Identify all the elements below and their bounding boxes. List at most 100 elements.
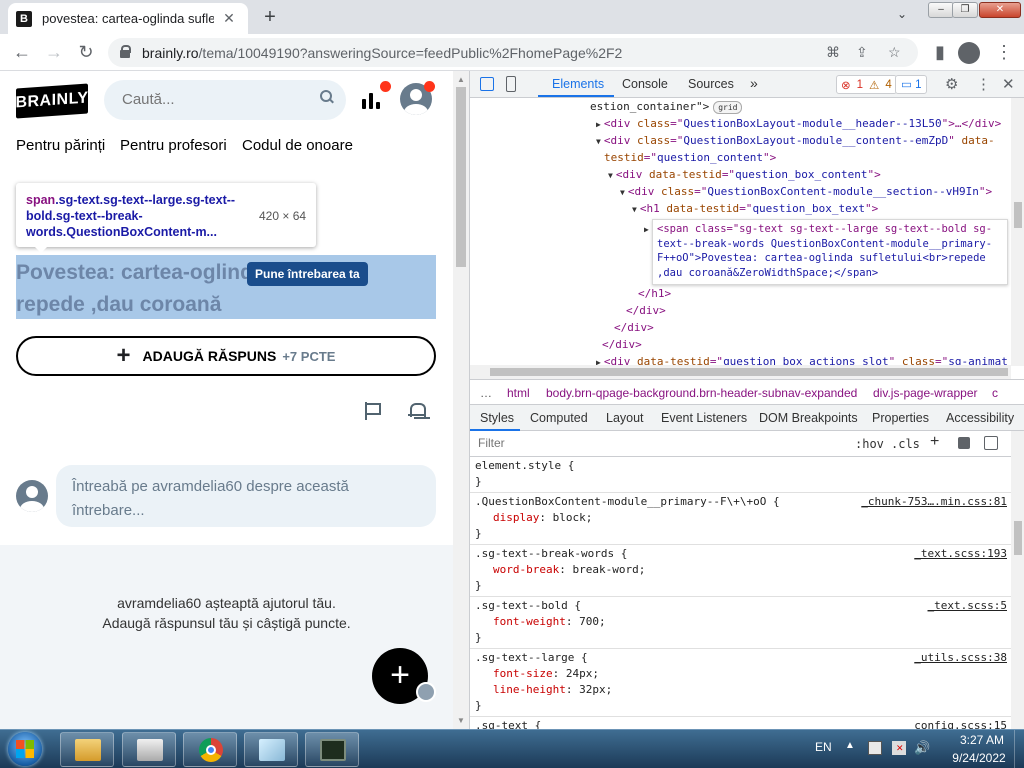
stats-icon[interactable] [362,89,382,109]
tab-dom-breakpoints[interactable]: DOM Breakpoints [759,411,858,425]
lock-icon[interactable] [120,45,131,58]
page-scrollbar-thumb[interactable] [456,87,466,267]
url-text[interactable]: brainly.ro/tema/10049190?answeringSource… [142,45,622,61]
expanded-triangle-icon[interactable]: ▼ [632,205,637,214]
dom-line[interactable]: ▼ <h1 data-testid="question_box_text"> [632,200,878,218]
breadcrumb-more[interactable]: … [480,386,492,400]
css-source-link[interactable]: _text.scss:5 [928,598,1007,614]
dom-tree-hscrollbar[interactable] [470,365,1011,379]
collapsed-triangle-icon[interactable]: ▶ [596,120,601,129]
kebab-menu-icon[interactable]: ⋮ [992,40,1016,64]
info-badge[interactable]: ▭ 1 [895,75,928,94]
sidebar-toggle-icon[interactable] [984,436,998,450]
tab-console[interactable]: Console [622,77,668,91]
inspect-element-icon[interactable] [480,77,494,91]
tab-accessibility[interactable]: Accessibility [946,411,1014,425]
tab-close-icon[interactable]: ✕ [220,10,238,27]
page-scrollbar[interactable]: ▲ ▼ [453,71,469,729]
nav-link-parents[interactable]: Pentru părinți [16,137,105,154]
css-selector[interactable]: element.style { [475,458,1007,474]
window-maximize-button[interactable]: ❐ [952,2,978,18]
tab-search-icon[interactable]: ⌄ [897,7,907,21]
breadcrumb-page-wrapper[interactable]: div.js-page-wrapper [873,386,978,400]
close-icon[interactable]: ✕ [1002,75,1015,93]
arrow-right-icon[interactable]: → [42,40,66,64]
star-icon[interactable]: ☆ [888,44,901,61]
breadcrumb-body[interactable]: body.brn-qpage-background.brn-header-sub… [546,386,857,400]
search-icon[interactable] [320,90,334,104]
css-declaration[interactable]: font-size: 24px; [475,666,1007,682]
arrow-left-icon[interactable]: ← [10,40,34,64]
dom-line[interactable]: </h1> [638,285,671,302]
paint-icon[interactable] [958,437,970,449]
css-property[interactable]: word-break [493,563,559,576]
notepad-icon[interactable] [244,732,298,767]
new-tab-button[interactable]: + [258,5,282,29]
dom-line[interactable]: ▼ <div class="QuestionBoxLayout-module__c… [596,132,995,150]
css-source-link[interactable]: _config.scss:15 [908,718,1007,729]
start-button[interactable] [2,730,48,768]
dom-tree-scrollbar-thumb[interactable] [1014,202,1022,228]
css-rule[interactable]: .sg-text--bold {_text.scss:5 font-weight:… [470,597,1011,649]
dom-line[interactable]: ▼ <div class="QuestionBoxContent-module__… [620,183,992,201]
dom-tree-hscrollbar-thumb[interactable] [490,368,1008,376]
address-bar[interactable]: brainly.ro/tema/10049190?answeringSource… [108,38,918,67]
styles-scrollbar-thumb[interactable] [1014,521,1022,555]
chrome-icon[interactable] [183,732,237,767]
issues-badge[interactable]: ⊗ 1 ⚠ 4 [836,75,897,94]
selected-dom-node[interactable]: <span class="sg-text sg-text--large sg-t… [652,219,1008,285]
ask-author-input[interactable]: Întreabă pe avramdelia60 despre această … [56,465,436,527]
tab-elements[interactable]: Elements [552,77,604,91]
brainly-logo[interactable]: BRAINLY [15,83,89,119]
media-player-icon[interactable] [122,732,176,767]
css-rule[interactable]: .sg-text {_config.scss:15 [470,717,1011,729]
css-value[interactable]: : 24px; [553,667,599,680]
tab-properties[interactable]: Properties [872,411,929,425]
css-rule[interactable]: .sg-text--large {_utils.scss:38 font-size… [470,649,1011,717]
css-declaration[interactable]: word-break: break-word; [475,562,1007,578]
bell-icon[interactable] [408,401,426,419]
devtools-menu-icon[interactable]: ⋮ [976,75,991,93]
network-icon[interactable] [868,741,882,755]
dom-line[interactable]: </div> [602,336,642,353]
css-rules-list[interactable]: element.style {} .QuestionBoxContent-modu… [470,457,1011,729]
dom-line[interactable]: </div> [614,319,654,336]
css-property[interactable]: font-weight [493,615,566,628]
show-desktop-button[interactable] [1014,730,1024,768]
expanded-triangle-icon[interactable]: ▼ [596,137,601,146]
browser-tab[interactable]: B povestea: cartea-oglinda sufletului ✕ [8,3,248,34]
scroll-up-icon[interactable]: ▲ [457,75,465,84]
terminal-icon[interactable] [305,732,359,767]
css-rule[interactable]: element.style {} [470,457,1011,493]
gear-icon[interactable]: ⚙ [945,75,958,93]
css-value[interactable]: : 32px; [566,683,612,696]
show-hidden-icons-icon[interactable]: ▲ [845,740,855,751]
tab-event-listeners[interactable]: Event Listeners [661,411,747,425]
dom-line[interactable]: </div> [626,302,666,319]
tab-sources[interactable]: Sources [688,77,734,91]
css-source-link[interactable]: _text.scss:193 [914,546,1007,562]
tab-layout[interactable]: Layout [606,411,644,425]
css-value[interactable]: : break-word; [559,563,645,576]
css-rule[interactable]: .QuestionBoxContent-module__primary--F\+… [470,493,1011,545]
dom-line[interactable]: ▶ <div class="QuestionBoxLayout-module__h… [596,115,1001,133]
explorer-icon[interactable] [60,732,114,767]
css-property[interactable]: display [493,511,539,524]
nav-link-honor-code[interactable]: Codul de onoare [242,137,353,154]
css-source-link[interactable]: _utils.scss:38 [914,650,1007,666]
profile-icon[interactable] [958,42,980,64]
dom-tree-scrollbar[interactable] [1011,98,1024,366]
css-declaration[interactable]: font-weight: 700; [475,614,1007,630]
css-property[interactable]: line-height [493,683,566,696]
styles-filter-input[interactable] [478,436,678,450]
volume-icon[interactable]: 🔊 [914,741,930,755]
expanded-triangle-icon[interactable]: ▼ [608,171,613,180]
breadcrumb-html[interactable]: html [507,386,530,400]
tab-styles[interactable]: Styles [480,411,514,425]
tab-computed[interactable]: Computed [530,411,588,425]
class-toggle[interactable]: .cls [891,437,920,451]
css-property[interactable]: font-size [493,667,553,680]
dom-line[interactable]: ▼ <div data-testid="question_box_content"… [608,166,881,184]
action-center-icon[interactable] [892,741,906,755]
more-tabs-icon[interactable]: » [750,75,758,91]
